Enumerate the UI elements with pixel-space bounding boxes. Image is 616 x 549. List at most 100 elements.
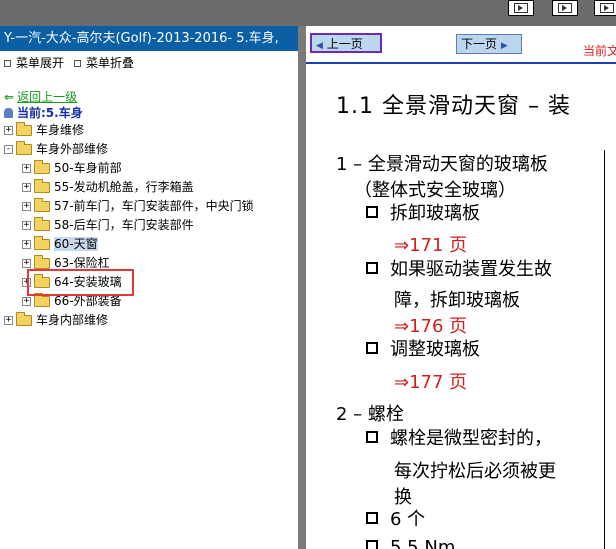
tree-item-50[interactable]: +50-车身前部 [0, 159, 298, 178]
item-2-title: 2 – 螺栓 [336, 404, 404, 425]
tree-item-exterior-repair[interactable]: - 车身外部维修 [0, 140, 298, 159]
expand-toggle-icon[interactable]: + [22, 240, 31, 249]
page-ref-171[interactable]: ⇒171 页 [394, 231, 467, 257]
tree-item-55[interactable]: +55-发动机舱盖，行李箱盖 [0, 178, 298, 197]
folder-icon [34, 179, 50, 193]
bullet-count: 6 个 [366, 506, 425, 534]
checkbox-icon [366, 342, 378, 354]
collapse-icon [74, 60, 82, 67]
tree-item-60-sunroof[interactable]: +60-天窗 [0, 235, 298, 254]
expand-toggle-icon[interactable]: + [22, 259, 31, 268]
bullet-text: 如果驱动装置发生故 [390, 259, 552, 280]
folder-icon [16, 122, 32, 136]
bullet-adjust-glass: 调整玻璃板 [366, 336, 480, 364]
tree-view: + 车身维修 - 车身外部维修 +50-车身前部 +55-发动机舱盖，行李箱盖 +5… [0, 121, 298, 330]
tree-item-interior-repair[interactable]: + 车身内部维修 [0, 311, 298, 330]
expand-menu-button[interactable]: 菜单展开 [16, 56, 64, 70]
folder-icon [34, 160, 50, 174]
bullet-bolt-sealed: 螺栓是微型密封的， [366, 425, 552, 453]
page-icon [600, 3, 614, 13]
current-doc-note: 当前文 [583, 44, 616, 58]
tree-item-label: 58-后车门，车门安装部件 [54, 218, 194, 232]
tree-item-body-repair[interactable]: + 车身维修 [0, 121, 298, 140]
bullet-torque: 5.5 Nm [366, 534, 455, 549]
prev-page-button[interactable]: ◀ 上一页 [310, 33, 382, 53]
item-1-subtitle: （整体式安全玻璃） [354, 180, 516, 201]
checkbox-icon [366, 206, 378, 218]
page-icon [558, 3, 572, 13]
tree-item-label: 车身维修 [36, 123, 85, 137]
bullet-text-continued: 每次拧松后必须被更 [394, 461, 556, 482]
bullet-text-continued: 障，拆卸玻璃板 [394, 290, 520, 311]
bullet-drive-fault: 如果驱动装置发生故 [366, 256, 552, 284]
expand-toggle-icon[interactable]: + [22, 221, 31, 230]
folder-icon [34, 198, 50, 212]
tree-item-label: 63-保险杠 [54, 256, 110, 270]
checkbox-icon [366, 262, 378, 274]
bullet-text: 拆卸玻璃板 [390, 203, 480, 224]
page-nav-bar: ◀ 上一页 下一页 ▶ 当前文 [306, 26, 616, 62]
checkbox-icon [366, 512, 378, 524]
tree-item-label: 车身内部维修 [36, 313, 109, 327]
arrow-right-icon: ▶ [500, 41, 508, 51]
panel-splitter[interactable] [298, 26, 306, 549]
back-link[interactable]: 返回上一级 [17, 90, 77, 104]
document-panel: ◀ 上一页 下一页 ▶ 当前文 1.1 全景滑动天窗 – 装 1 – 全景滑动天… [306, 26, 616, 549]
page-ref-177[interactable]: ⇒177 页 [394, 368, 467, 394]
folder-open-icon [16, 141, 32, 155]
bullet-text: 调整玻璃板 [390, 339, 480, 360]
collapse-menu-button[interactable]: 菜单折叠 [86, 56, 134, 70]
tree-item-label: 55-发动机舱盖，行李箱盖 [54, 180, 194, 194]
tree-item-label-selected: 60-天窗 [54, 237, 98, 251]
folder-icon [34, 217, 50, 231]
app-window: Y-一汽-大众-高尔夫(Golf)-2013-2016- 5.车身, 菜单展开菜… [0, 0, 616, 549]
page-icon [514, 3, 528, 13]
next-page-label: 下一页 [461, 37, 498, 51]
current-location: 当前:5.车身 [0, 105, 298, 121]
figure-border [604, 150, 605, 549]
highlight-annotation [27, 269, 134, 296]
arrow-left-icon: ◀ [316, 41, 323, 51]
tree-item-label: 50-车身前部 [54, 161, 122, 175]
back-row: ⇐ 返回上一级 [0, 89, 298, 105]
expand-toggle-icon[interactable]: + [22, 183, 31, 192]
tree-item-58[interactable]: +58-后车门，车门安装部件 [0, 216, 298, 235]
collapse-toggle-icon[interactable]: - [4, 145, 13, 154]
navigation-panel: Y-一汽-大众-高尔夫(Golf)-2013-2016- 5.车身, 菜单展开菜… [0, 26, 298, 549]
checkbox-icon [366, 431, 378, 443]
current-location-label: 当前:5.车身 [17, 106, 83, 120]
expand-toggle-icon[interactable]: + [22, 202, 31, 211]
tree-item-label: 车身外部维修 [36, 142, 109, 156]
panel-title: Y-一汽-大众-高尔夫(Golf)-2013-2016- 5.车身, [0, 26, 298, 51]
bullet-text: 6 个 [390, 509, 426, 530]
checkbox-icon [366, 540, 378, 549]
document-content: 1.1 全景滑动天窗 – 装 1 – 全景滑动天窗的玻璃板 （整体式安全玻璃） … [306, 64, 616, 549]
expand-icon [4, 60, 11, 67]
tree-item-57[interactable]: +57-前车门，车门安装部件，中央门锁 [0, 197, 298, 216]
expand-toggle-icon[interactable]: + [22, 297, 31, 306]
prev-page-label: 上一页 [326, 37, 363, 51]
folder-icon [34, 236, 50, 250]
expand-toggle-icon[interactable]: + [22, 164, 31, 173]
item-1-title: 1 – 全景滑动天窗的玻璃板 [336, 154, 548, 175]
back-arrow-icon: ⇐ [4, 90, 15, 104]
tree-item-label: 57-前车门，车门安装部件，中央门锁 [54, 199, 254, 213]
menu-controls: 菜单展开 菜单折叠 [0, 51, 298, 75]
bullet-text: 5.5 Nm [390, 537, 456, 549]
folder-icon [16, 312, 32, 326]
bullet-remove-glass: 拆卸玻璃板 [366, 200, 480, 228]
expand-toggle-icon[interactable]: + [4, 316, 13, 325]
bullet-text: 螺栓是微型密封的， [390, 428, 552, 449]
toolbar-button-1[interactable] [508, 0, 534, 16]
page-ref-176[interactable]: ⇒176 页 [394, 312, 467, 338]
expand-toggle-icon[interactable]: + [4, 126, 13, 135]
toolbar-button-2[interactable] [552, 0, 578, 16]
folder-icon [34, 293, 50, 307]
folder-icon [34, 255, 50, 269]
section-heading: 1.1 全景滑动天窗 – 装 [336, 94, 571, 119]
user-icon [4, 108, 13, 118]
top-toolbar [0, 0, 616, 26]
next-page-button[interactable]: 下一页 ▶ [456, 34, 522, 54]
toolbar-button-3[interactable] [594, 0, 616, 16]
tree-item-label: 66-外部装备 [54, 294, 122, 308]
